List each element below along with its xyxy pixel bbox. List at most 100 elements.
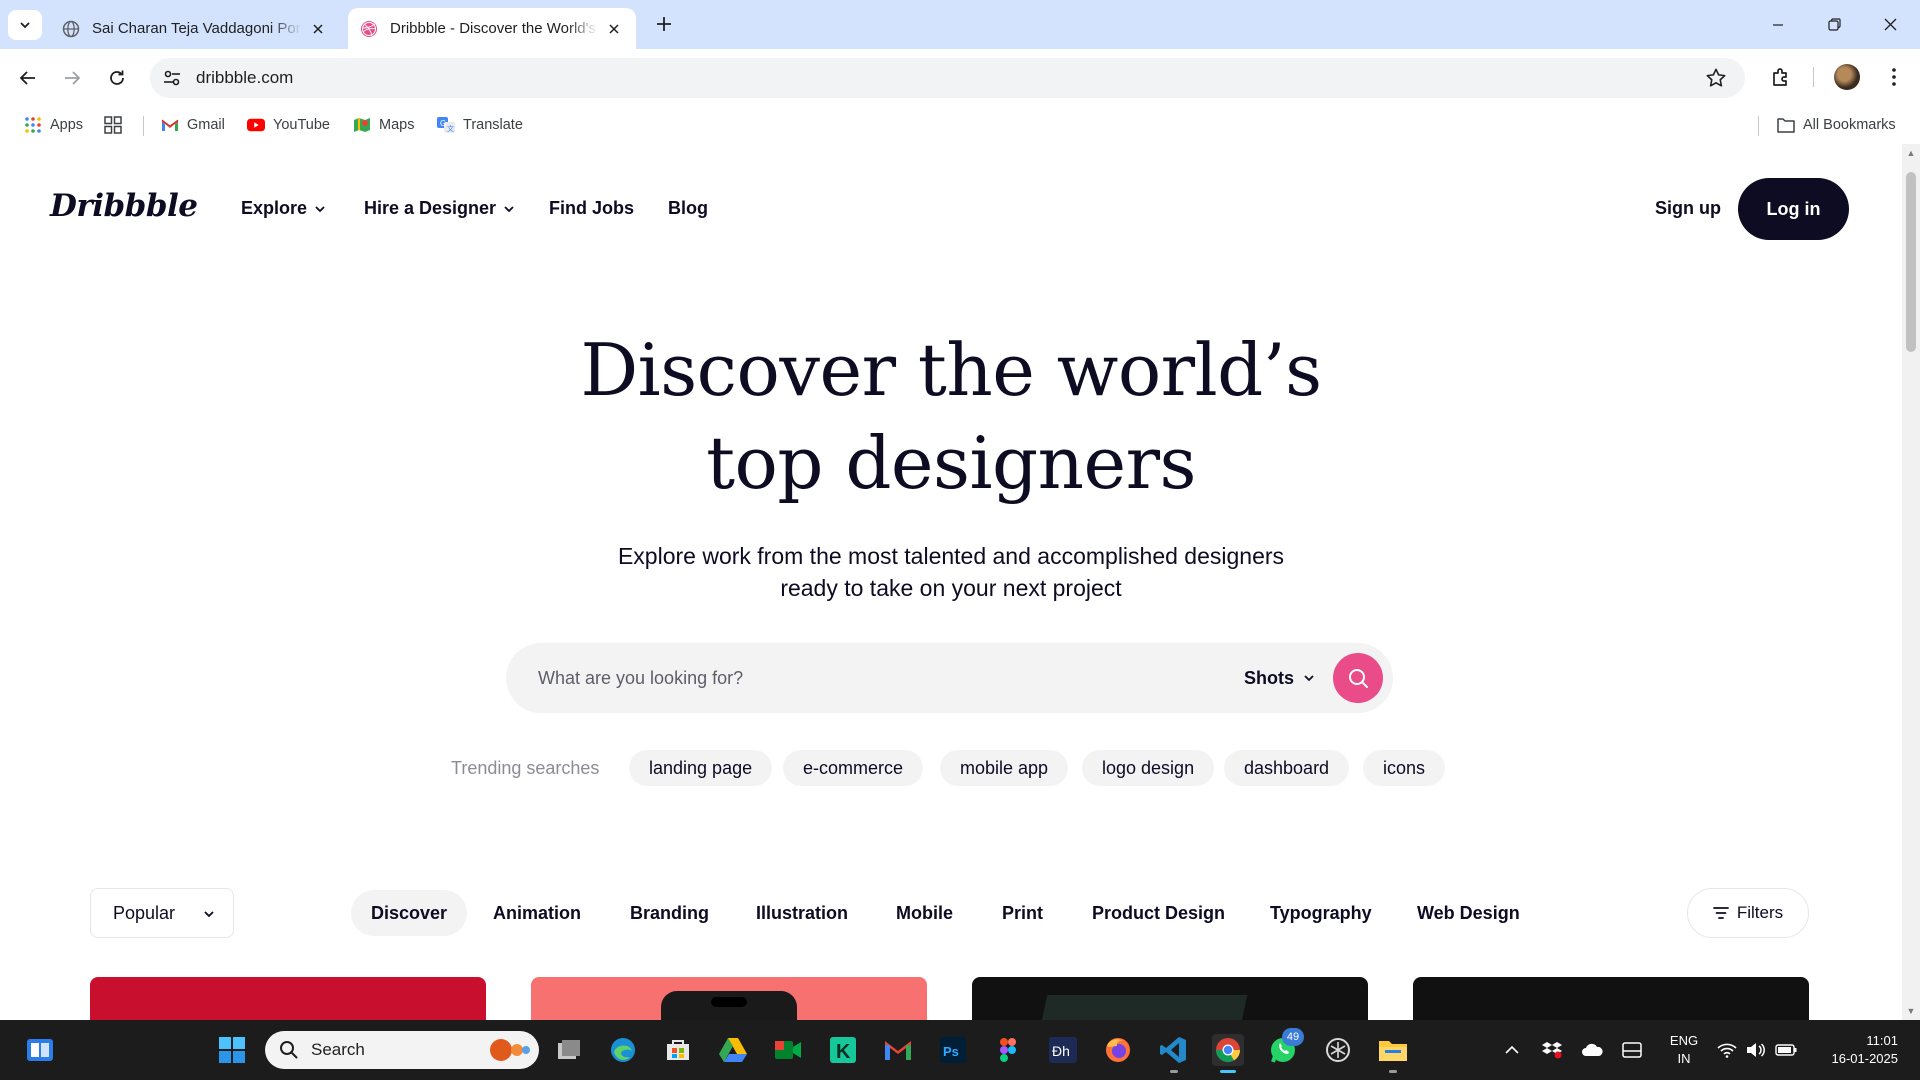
bookmark-translate[interactable]: G文 Translate bbox=[437, 114, 523, 136]
google-meet-icon[interactable] bbox=[772, 1034, 804, 1066]
category-mobile[interactable]: Mobile bbox=[876, 890, 973, 936]
chrome-menu-button[interactable] bbox=[1879, 62, 1909, 92]
chatgpt-icon[interactable] bbox=[1322, 1034, 1354, 1066]
show-hidden-icons-button[interactable] bbox=[1500, 1034, 1524, 1066]
gmail-icon[interactable] bbox=[882, 1034, 914, 1066]
category-product-design[interactable]: Product Design bbox=[1072, 890, 1245, 936]
nav-explore[interactable]: Explore bbox=[241, 198, 326, 219]
search-button[interactable] bbox=[1333, 653, 1383, 703]
dropbox-icon[interactable] bbox=[1540, 1034, 1564, 1066]
bookmark-apps[interactable]: Apps bbox=[24, 114, 83, 136]
restore-button[interactable] bbox=[1806, 0, 1862, 49]
close-tab-icon[interactable] bbox=[308, 19, 328, 39]
scroll-up-icon[interactable]: ▲ bbox=[1906, 148, 1916, 158]
search-icon bbox=[280, 1041, 298, 1059]
forward-button[interactable] bbox=[55, 61, 89, 95]
system-clock[interactable]: 11:01 16-01-2025 bbox=[1812, 1032, 1899, 1068]
google-drive-icon[interactable] bbox=[717, 1034, 749, 1066]
nav-hire-a-designer[interactable]: Hire a Designer bbox=[364, 198, 515, 219]
scrollbar-thumb[interactable] bbox=[1906, 172, 1916, 352]
wifi-icon[interactable] bbox=[1716, 1034, 1738, 1066]
page-scrollbar[interactable]: ▲ ▼ bbox=[1902, 144, 1920, 1020]
address-bar[interactable]: dribbble.com bbox=[150, 58, 1745, 98]
volume-icon[interactable] bbox=[1745, 1034, 1767, 1066]
search-input[interactable]: What are you looking for? bbox=[538, 643, 743, 713]
touch-keyboard-icon[interactable] bbox=[1620, 1034, 1644, 1066]
extensions-button[interactable] bbox=[1766, 62, 1796, 92]
sign-up-link[interactable]: Sign up bbox=[1655, 198, 1721, 219]
close-window-button[interactable] bbox=[1862, 0, 1918, 49]
chevron-down-icon bbox=[204, 911, 214, 918]
widgets-icon[interactable] bbox=[24, 1034, 56, 1066]
hero-title-line: Discover the world’s bbox=[580, 328, 1322, 412]
category-web-design[interactable]: Web Design bbox=[1397, 890, 1540, 936]
file-explorer-icon[interactable] bbox=[1377, 1034, 1409, 1066]
nav-find-jobs[interactable]: Find Jobs bbox=[549, 198, 634, 219]
new-tab-button[interactable] bbox=[652, 12, 676, 36]
bookmark-youtube[interactable]: YouTube bbox=[247, 114, 330, 136]
filters-button[interactable]: Filters bbox=[1687, 888, 1809, 938]
restore-icon bbox=[1827, 18, 1841, 31]
battery-icon[interactable] bbox=[1774, 1034, 1798, 1066]
shot-card[interactable] bbox=[1413, 977, 1809, 1020]
back-button[interactable] bbox=[11, 61, 45, 95]
category-print[interactable]: Print bbox=[982, 890, 1063, 936]
vscode-icon[interactable] bbox=[1157, 1034, 1189, 1066]
taskbar-search-label: Search bbox=[311, 1040, 365, 1059]
bookmark-gmail[interactable]: Gmail bbox=[161, 114, 225, 136]
search-scope-dropdown[interactable]: Shots bbox=[1244, 643, 1315, 713]
bookmark-tab-groups[interactable] bbox=[104, 114, 130, 136]
category-discover[interactable]: Discover bbox=[351, 890, 468, 936]
close-tab-icon[interactable] bbox=[604, 19, 624, 39]
category-branding[interactable]: Branding bbox=[610, 890, 729, 936]
profile-avatar[interactable] bbox=[1834, 64, 1860, 90]
dribbble-logo[interactable]: Dribbble bbox=[50, 188, 198, 224]
keep-k-icon[interactable]: K bbox=[827, 1034, 859, 1066]
trending-chip-e-commerce[interactable]: e-commerce bbox=[783, 750, 924, 786]
microsoft-store-icon[interactable] bbox=[662, 1034, 694, 1066]
trending-chip-landing-page[interactable]: landing page bbox=[629, 750, 773, 786]
kebab-menu-icon bbox=[1892, 68, 1896, 86]
trending-chip-dashboard[interactable]: dashboard bbox=[1224, 750, 1350, 786]
tab-search-button[interactable] bbox=[8, 10, 42, 40]
maps-icon bbox=[354, 118, 370, 132]
youtube-icon bbox=[247, 118, 265, 132]
site-info-icon[interactable] bbox=[162, 68, 182, 88]
clock-time: 11:01 bbox=[1866, 1033, 1898, 1048]
search-icon bbox=[1349, 669, 1368, 688]
trending-chip-mobile-app[interactable]: mobile app bbox=[940, 750, 1069, 786]
bookmark-star-icon[interactable] bbox=[1705, 67, 1727, 89]
task-view-icon[interactable] bbox=[553, 1034, 585, 1066]
edge-icon[interactable] bbox=[607, 1034, 639, 1066]
shot-card[interactable] bbox=[531, 977, 927, 1020]
shot-card[interactable] bbox=[90, 977, 486, 1020]
photoshop-icon[interactable]: Ps bbox=[937, 1034, 969, 1066]
category-illustration[interactable]: Illustration bbox=[736, 890, 868, 936]
onedrive-icon[interactable] bbox=[1580, 1034, 1604, 1066]
taskbar-search[interactable]: Search bbox=[265, 1031, 539, 1069]
chrome-icon[interactable] bbox=[1212, 1034, 1244, 1066]
language-indicator[interactable]: ENG IN bbox=[1666, 1032, 1702, 1068]
puzzle-icon bbox=[1773, 68, 1787, 86]
start-button[interactable] bbox=[216, 1034, 248, 1066]
reload-button[interactable] bbox=[100, 61, 134, 95]
sort-dropdown[interactable]: Popular bbox=[90, 888, 234, 938]
tab-portfolio[interactable]: Sai Charan Teja Vaddagoni Portfolio bbox=[50, 8, 340, 49]
bookmark-maps[interactable]: Maps bbox=[353, 114, 414, 136]
figma-icon[interactable] bbox=[992, 1034, 1024, 1066]
dh-app-icon[interactable]: Ɖh bbox=[1047, 1034, 1079, 1066]
all-bookmarks[interactable]: All Bookmarks bbox=[1777, 114, 1896, 136]
trending-chip-icons[interactable]: icons bbox=[1363, 750, 1446, 786]
category-typography[interactable]: Typography bbox=[1250, 890, 1392, 936]
category-animation[interactable]: Animation bbox=[473, 890, 601, 936]
shot-card[interactable] bbox=[972, 977, 1368, 1020]
trending-chip-logo-design[interactable]: logo design bbox=[1082, 750, 1215, 786]
language-code: ENG bbox=[1669, 1033, 1699, 1048]
firefox-icon[interactable] bbox=[1102, 1034, 1134, 1066]
nav-blog[interactable]: Blog bbox=[668, 198, 708, 219]
tab-dribbble[interactable]: Dribbble - Discover the World's Top Desi… bbox=[348, 8, 636, 49]
minimize-button[interactable] bbox=[1750, 0, 1806, 49]
toolbar-divider bbox=[1813, 67, 1814, 87]
scroll-down-icon[interactable]: ▼ bbox=[1906, 1006, 1916, 1016]
log-in-button[interactable]: Log in bbox=[1738, 178, 1849, 240]
